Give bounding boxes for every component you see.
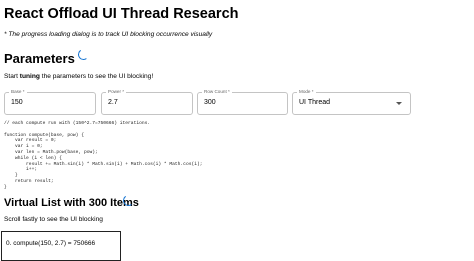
list-item: 0. compute(150, 2.7) = 750666	[6, 240, 96, 247]
chevron-down-icon[interactable]	[396, 102, 402, 105]
parameters-intro: Start tuning the parameters to see the U…	[4, 73, 153, 80]
code-line: function compute(base, pow) {	[4, 132, 84, 138]
code-line: result += Math.sin(i) * Math.sin(i) + Ma…	[4, 161, 203, 167]
code-comment: // each compute run with (150^2.7=750666…	[4, 121, 151, 126]
code-line: while (i < len) {	[4, 155, 62, 161]
code-line: i++;	[4, 167, 38, 173]
base-label: Base *	[9, 89, 27, 95]
code-line: return result;	[4, 178, 54, 184]
page-title: React Offload UI Thread Research	[4, 6, 239, 22]
code-block: // each compute run with (150^2.7=750666…	[4, 121, 202, 191]
mode-label: Mode *	[297, 89, 316, 95]
mode-select[interactable]: Mode * UI Thread	[292, 89, 411, 115]
loading-spinner-icon	[77, 48, 90, 61]
intro-prefix: Start	[4, 73, 20, 80]
virtual-list[interactable]: 0. compute(150, 2.7) = 750666	[1, 231, 121, 261]
row-count-input[interactable]	[204, 99, 267, 106]
power-input[interactable]	[108, 99, 171, 106]
code-line: var i = 0;	[4, 144, 43, 150]
row-count-field[interactable]: Row Count *	[197, 89, 288, 115]
base-field[interactable]: Base *	[4, 89, 96, 115]
code-line: var result = 0;	[4, 138, 57, 144]
page-note: * The progress loading dialog is to trac…	[4, 31, 213, 38]
intro-bold: tuning	[19, 73, 40, 80]
parameters-heading: Parameters	[4, 51, 75, 66]
base-input[interactable]	[11, 99, 74, 106]
code-line: }	[4, 173, 18, 179]
virtual-list-subtitle: Scroll fastly to see the UI blocking	[4, 216, 103, 223]
power-field[interactable]: Power *	[101, 89, 193, 115]
code-line: var len = Math.pow(base, pow);	[4, 149, 98, 155]
row-count-label: Row Count *	[202, 89, 232, 95]
intro-suffix: the parameters to see the UI blocking!	[39, 73, 154, 80]
virtual-list-heading: Virtual List with 300 Items	[4, 197, 139, 209]
power-label: Power *	[106, 89, 127, 95]
code-line: }	[4, 184, 7, 190]
mode-value: UI Thread	[299, 99, 330, 106]
